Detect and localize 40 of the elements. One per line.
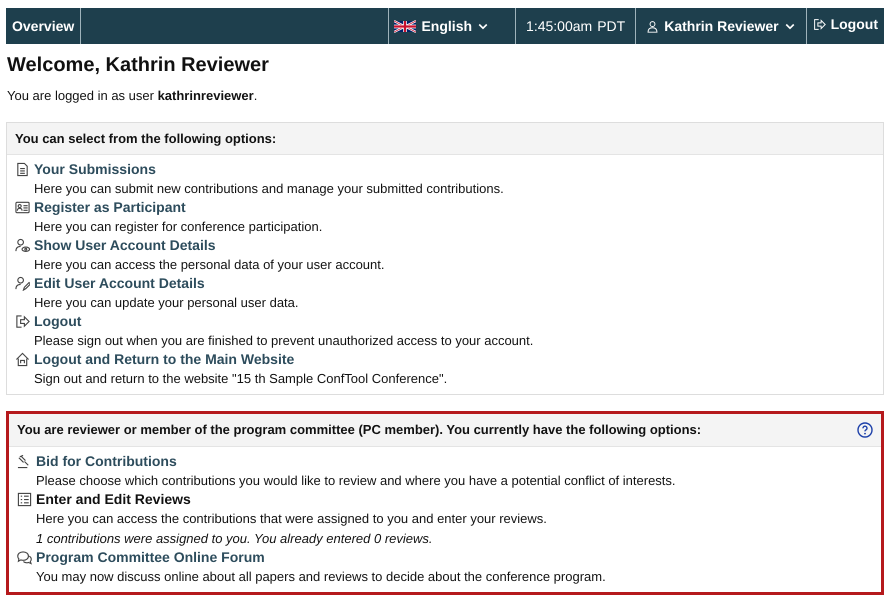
- time-text: 1:45:00am: [526, 16, 592, 36]
- option-link[interactable]: Show User Account Details: [34, 236, 216, 255]
- user-pencil-icon: [15, 276, 30, 291]
- option-description: Here you can register for conference participation.: [33, 218, 324, 236]
- login-info-text: You are logged in as user kathrinreviewer.: [7, 87, 258, 105]
- option-description: Please sign out when you are finished to prevent unauthorized access to your account.: [33, 332, 534, 350]
- logout-icon: [15, 314, 30, 329]
- option-description: Here you can access the personal data of your user account.: [33, 256, 386, 274]
- checklist-icon: [17, 492, 32, 506]
- help-icon[interactable]: [857, 422, 873, 438]
- panel-title: You can select from the following options:: [15, 130, 276, 148]
- option-description: Here you can access the contributions that were assigned to you and enter your reviews.: [35, 510, 548, 528]
- overview-link[interactable]: Overview: [6, 8, 82, 44]
- option-link[interactable]: Register as Participant: [34, 198, 186, 217]
- option-link[interactable]: Your Submissions: [34, 160, 156, 179]
- option-description: Please choose which contributions you would like to review and where you have a potential conflict of interests.: [35, 472, 677, 490]
- option-link[interactable]: Enter and Edit Reviews: [36, 490, 191, 508]
- user-eye-icon: [15, 238, 30, 253]
- option-description: Sign out and return to the website "15 th Sample ConfTool Conference".: [33, 370, 448, 388]
- panel-title: You are reviewer or member of the program committee (PC member). You currently have the following options:: [17, 421, 702, 439]
- option-link[interactable]: Logout: [34, 312, 82, 331]
- option-description: Here you can submit new contributions and manage your submitted contributions.: [33, 180, 505, 198]
- option-link[interactable]: Bid for Contributions: [36, 452, 177, 470]
- option-description: Here you can update your personal user data.: [33, 294, 300, 312]
- flag-icon: [394, 20, 416, 32]
- document-icon: [15, 162, 30, 177]
- user-menu[interactable]: Kathrin Reviewer: [636, 8, 807, 44]
- logout-link[interactable]: Logout: [806, 8, 884, 44]
- option-link[interactable]: Logout and Return to the Main Website: [34, 350, 294, 369]
- chat-bubbles-icon: [17, 550, 32, 564]
- user-icon: [646, 20, 660, 32]
- option-description: You may now discuss online about all papers and reviews to decide about the conference program.: [35, 568, 607, 586]
- page-title: Welcome, Kathrin Reviewer: [7, 53, 270, 78]
- timezone-text: PDT: [597, 16, 626, 36]
- option-link[interactable]: Program Committee Online Forum: [36, 548, 265, 566]
- id-card-icon: [15, 200, 30, 215]
- logout-icon: [812, 18, 826, 30]
- option-link[interactable]: Edit User Account Details: [34, 274, 205, 293]
- language-menu[interactable]: English: [389, 8, 516, 44]
- option-note: 1 contributions were assigned to you. You already entered 0 reviews.: [35, 530, 434, 548]
